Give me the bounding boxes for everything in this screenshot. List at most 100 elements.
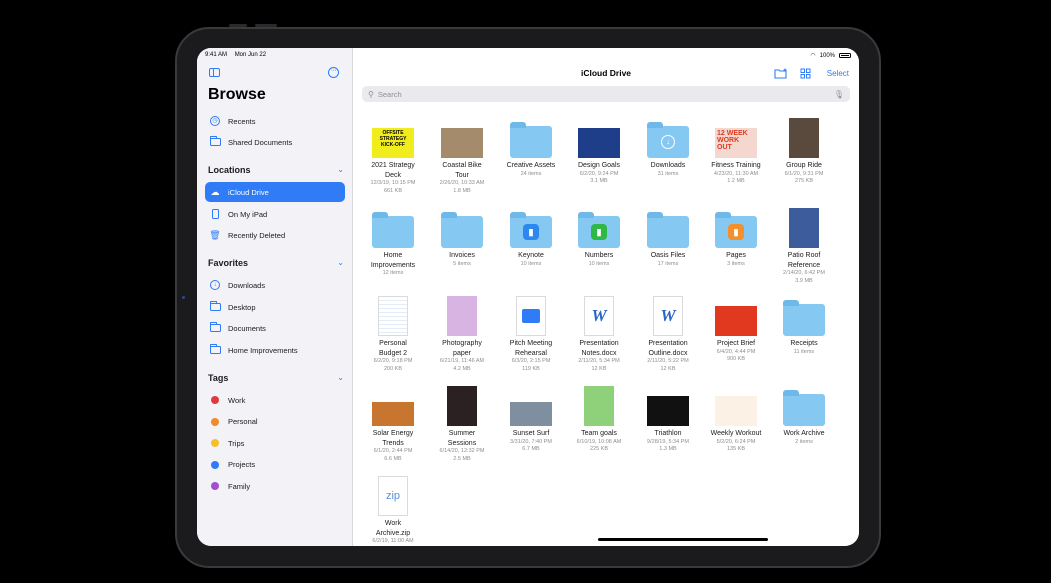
file-item[interactable]: Weekly Workout 5/2/20, 6:24 PM 135 KB [704, 386, 768, 454]
file-item[interactable]: zip Work Archive.zip 6/2/19, 11:00 AM [361, 476, 425, 546]
folder-icon [372, 212, 414, 248]
file-meta: 31 items [657, 170, 679, 177]
sidebar: 9:41 AM Mon Jun 22 ··· Browse ◷ Recents … [197, 48, 353, 546]
microphone-icon[interactable]: 🎙 [834, 90, 844, 99]
file-name: Solar Energy Trends [372, 430, 414, 447]
file-item[interactable]: Team goals 6/10/19, 10:08 AM 225 KB [567, 386, 631, 454]
file-item[interactable]: ▮ Numbers 10 items [567, 208, 631, 268]
sidebar-item-label: Personal [228, 417, 258, 426]
file-meta: 6/2/20, 9:18 PM 200 KB [373, 358, 413, 372]
tags-header[interactable]: Tags ⌄ [208, 373, 344, 383]
file-item[interactable]: Summer Sessions 6/14/20, 12:32 PM 2.5 MB [430, 386, 494, 463]
ipad-icon [208, 209, 222, 219]
chevron-down-icon: ⌄ [337, 165, 344, 174]
file-item[interactable]: Solar Energy Trends 6/1/20, 2:44 PM 6.6 MB [361, 386, 425, 463]
file-item[interactable]: Coastal Bike Tour 2/26/20, 10:33 AM 1.8 MB [430, 118, 494, 195]
sidebar-item-on-my-ipad[interactable]: On My iPad [205, 204, 345, 224]
sidebar-tag-work[interactable]: Work [205, 390, 345, 410]
file-item[interactable]: Patio Roof Reference 2/14/20, 6:42 PM 3.9 M… [772, 208, 836, 285]
battery-icon [839, 53, 851, 58]
file-name: Patio Roof Reference [787, 252, 821, 269]
file-name: Work Archive.zip [375, 520, 411, 537]
folder-icon [783, 390, 825, 426]
file-item[interactable]: Personal Budget 2 6/2/20, 9:18 PM 200 KB [361, 296, 425, 373]
chevron-down-icon: ⌄ [337, 258, 344, 267]
file-name: Downloads [650, 162, 686, 169]
new-folder-icon[interactable] [774, 68, 788, 82]
file-meta: 6/10/19, 10:08 AM 225 KB [576, 438, 622, 453]
more-options-icon[interactable]: ··· [328, 67, 339, 78]
file-item[interactable]: ▮ Pages 3 items [704, 208, 768, 268]
sidebar-tag-trips[interactable]: Trips [205, 433, 345, 453]
file-meta: 2/26/20, 10:33 AM 1.8 MB [439, 180, 485, 194]
main-content: ◠ 100% iCloud Drive Select ⚲ Search 🎙 OF… [353, 48, 859, 546]
sidebar-tag-family[interactable]: Family [205, 476, 345, 496]
file-item[interactable]: Oasis Files 17 items [636, 208, 700, 268]
sidebar-item-label: Recents [228, 116, 256, 126]
image-thumbnail [789, 118, 819, 158]
file-meta: 6/4/20, 4:44 PM 900 KB [716, 348, 756, 363]
file-item[interactable]: Creative Assets 24 items [499, 118, 563, 178]
locations-header[interactable]: Locations ⌄ [208, 165, 344, 175]
folder-icon [783, 300, 825, 336]
sidebar-item-label: iCloud Drive [228, 187, 269, 197]
sidebar-item-desktop[interactable]: Desktop [205, 297, 345, 317]
image-thumbnail [447, 296, 477, 336]
file-item[interactable]: Sunset Surf 3/31/20, 7:40 PM 6.7 MB [499, 386, 563, 454]
file-name: Sunset Surf [512, 430, 550, 437]
file-meta: 3 items [727, 260, 745, 267]
file-item[interactable]: Triathlon 9/28/19, 5:34 PM 1.3 MB [636, 386, 700, 454]
file-item[interactable]: Group Ride 6/1/20, 9:31 PM 275 KB [772, 118, 836, 186]
file-meta: 5/2/20, 6:24 PM 135 KB [716, 438, 756, 453]
file-item[interactable]: W Presentation Notes.docx 2/11/20, 5:34 PM 1… [567, 296, 631, 373]
trash-icon: 🗑 [209, 229, 221, 240]
folder-icon [647, 212, 689, 248]
file-meta: 10 items [588, 260, 610, 267]
sidebar-item-icloud-drive[interactable]: ☁ iCloud Drive [205, 182, 345, 202]
file-item[interactable]: W Presentation Outline.docx 2/11/20, 5:22 P… [636, 296, 700, 373]
sidebar-tag-projects[interactable]: Projects [205, 455, 345, 475]
file-item[interactable]: Work Archive 2 items [772, 386, 836, 446]
file-name: Receipts [790, 340, 818, 347]
audio-file-icon [516, 296, 546, 336]
sidebar-item-label: Recently Deleted [228, 230, 286, 240]
file-item[interactable]: Home Improvements 12 items [361, 208, 425, 278]
file-name: Team goals [581, 430, 617, 437]
favorites-header[interactable]: Favorites ⌄ [208, 258, 344, 268]
search-field[interactable]: ⚲ Search 🎙 [362, 86, 850, 102]
file-item[interactable]: Receipts 11 items [772, 296, 836, 356]
file-name: Summer Sessions [447, 430, 477, 447]
sidebar-item-downloads[interactable]: ↓ Downloads [205, 275, 345, 295]
file-meta: 12/3/19, 10:15 PM 661 KB [370, 180, 416, 194]
file-meta: 11 items [793, 348, 815, 355]
file-meta: 5 items [453, 260, 471, 267]
folder-icon [208, 301, 222, 311]
sidebar-item-recently-deleted[interactable]: 🗑 Recently Deleted [205, 225, 345, 245]
file-item[interactable]: Pitch Meeting Rehearsal 6/3/20, 2:15 PM 119… [499, 296, 563, 373]
sidebar-item-shared-documents[interactable]: Shared Documents [205, 132, 345, 152]
word-document-icon: W [653, 296, 683, 336]
file-name: Keynote [518, 252, 544, 259]
spreadsheet-thumbnail [378, 296, 408, 336]
file-item[interactable]: OFFSITE STRATEGY KICK-OFF 2021 Strategy De… [361, 118, 425, 195]
file-item[interactable]: Invoices 5 items [430, 208, 494, 268]
sidebar-item-home-improvements[interactable]: Home Improvements [205, 340, 345, 360]
file-item[interactable]: ▮ Keynote 10 items [499, 208, 563, 268]
image-thumbnail: 12 WEEK WORK OUT [715, 128, 757, 158]
grid-view-icon[interactable] [800, 68, 811, 82]
tag-color-dot-icon [208, 417, 222, 426]
file-item[interactable]: Photography paper 6/21/19, 11:46 AM 4.2 MB [430, 296, 494, 373]
sidebar-item-documents[interactable]: Documents [205, 318, 345, 338]
file-item[interactable]: Design Goals 6/2/20, 9:24 PM 3.1 MB [567, 118, 631, 186]
file-name: Work Archive [783, 430, 825, 437]
search-icon: ⚲ [368, 89, 374, 99]
file-item[interactable]: 12 WEEK WORK OUT Fitness Training 4/23/20,… [704, 118, 768, 186]
file-name: Personal Budget 2 [378, 340, 408, 357]
file-item[interactable]: ↓ Downloads 31 items [636, 118, 700, 178]
file-item[interactable]: Project Brief 6/4/20, 4:44 PM 900 KB [704, 296, 768, 364]
sidebar-item-recents[interactable]: ◷ Recents [205, 111, 345, 131]
image-thumbnail [510, 402, 552, 426]
select-button[interactable]: Select [827, 69, 849, 78]
sidebar-toggle-icon[interactable] [209, 68, 220, 77]
sidebar-tag-personal[interactable]: Personal [205, 412, 345, 432]
